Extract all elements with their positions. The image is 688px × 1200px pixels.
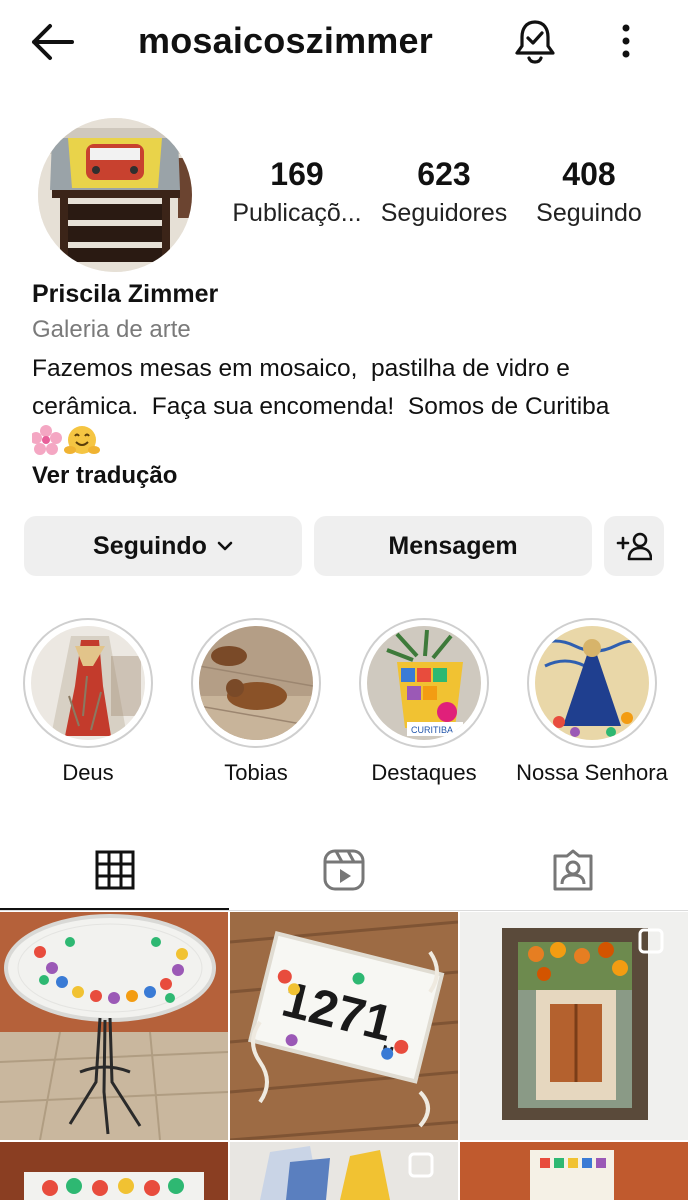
arrow-left-icon[interactable]: [28, 22, 76, 62]
posts-label: Publicaçõ...: [232, 199, 362, 227]
profile-bio: Fazemos mesas em mosaico, pastilha de vi…: [32, 350, 672, 426]
profile-username: mosaicoszimmer: [138, 20, 433, 61]
bell-check-icon[interactable]: [512, 18, 558, 64]
profile-avatar[interactable]: [38, 118, 192, 272]
post-tile[interactable]: [460, 1142, 688, 1200]
highlight-ring: [191, 618, 321, 748]
stat-following[interactable]: 408 Seguindo: [514, 156, 664, 228]
followers-label: Seguidores: [380, 199, 508, 227]
post-image: 1271 M: [230, 912, 458, 1140]
add-user-icon: [616, 532, 652, 561]
message-button-label: Mensagem: [388, 531, 518, 560]
highlight-thumbnail: CURITIBA: [367, 626, 481, 740]
post-tile[interactable]: [460, 912, 688, 1140]
profile-stats: 169 Publicaçõ... 623 Seguidores 408 Segu…: [222, 156, 662, 236]
highlight-thumbnail: [535, 626, 649, 740]
avatar-image: [38, 118, 192, 272]
stat-followers[interactable]: 623 Seguidores: [369, 156, 519, 228]
tab-posts-grid[interactable]: [0, 828, 229, 912]
message-button[interactable]: Mensagem: [314, 516, 592, 576]
highlight-label: Nossa Senhora: [516, 760, 668, 785]
following-count: 408: [562, 156, 616, 192]
reels-icon: [323, 849, 364, 891]
highlight-deus[interactable]: Deus: [8, 618, 168, 786]
highlight-label: Deus: [62, 760, 114, 785]
stat-posts[interactable]: 169 Publicaçõ...: [222, 156, 372, 228]
highlight-tag-text: CURITIBA: [411, 725, 453, 735]
following-button-label: Seguindo: [93, 531, 207, 560]
profile-name: Priscila Zimmer: [32, 280, 219, 308]
post-tile[interactable]: [230, 1142, 458, 1200]
post-image: [460, 1142, 688, 1200]
highlight-destaques[interactable]: CURITIBA Destaques: [344, 618, 504, 786]
highlight-nossa-senhora[interactable]: Nossa Senhora: [512, 618, 672, 786]
grid-icon: [95, 850, 134, 890]
suggested-users-button[interactable]: [604, 516, 664, 576]
post-image: [230, 1142, 458, 1200]
post-image: [0, 912, 228, 1140]
profile-tabs: [0, 828, 688, 912]
story-highlights: Deus Tobias CURITIBA Destaques Nossa Sen…: [0, 618, 688, 798]
post-tile[interactable]: 1271 M: [230, 912, 458, 1140]
post-tile[interactable]: [0, 1142, 228, 1200]
highlight-thumbnail: [199, 626, 313, 740]
highlight-ring: [527, 618, 657, 748]
tabs-divider: [0, 910, 688, 911]
bio-line-1: Fazemos mesas em mosaico, pastilha de vi…: [32, 355, 570, 382]
more-vertical-icon[interactable]: [614, 22, 638, 62]
followers-count: 623: [417, 156, 471, 192]
highlight-label: Tobias: [224, 760, 288, 785]
highlight-ring: CURITIBA: [359, 618, 489, 748]
following-label: Seguindo: [536, 199, 642, 227]
post-tile[interactable]: [0, 912, 228, 1140]
bio-emojis: [30, 424, 102, 456]
see-translation-link[interactable]: Ver tradução: [32, 462, 177, 490]
highlight-label: Destaques: [371, 760, 477, 785]
tab-tagged[interactable]: [458, 828, 687, 912]
tab-reels[interactable]: [229, 828, 458, 912]
cherry-blossom-icon: [30, 425, 62, 455]
tagged-icon: [553, 849, 592, 891]
bio-line-2: cerâmica. Faça sua encomenda! Somos de C…: [32, 393, 610, 420]
posts-grid: 1271 M: [0, 912, 688, 1200]
hugging-face-icon: [64, 426, 100, 454]
posts-count: 169: [270, 156, 324, 192]
post-image: [0, 1142, 228, 1200]
highlight-thumbnail: [31, 626, 145, 740]
post-image: [460, 912, 688, 1140]
highlight-tobias[interactable]: Tobias: [176, 618, 336, 786]
highlight-ring: [23, 618, 153, 748]
top-bar: mosaicoszimmer: [0, 0, 688, 84]
profile-category: Galeria de arte: [32, 316, 191, 343]
following-button[interactable]: Seguindo: [24, 516, 302, 576]
chevron-down-icon: [217, 541, 233, 551]
